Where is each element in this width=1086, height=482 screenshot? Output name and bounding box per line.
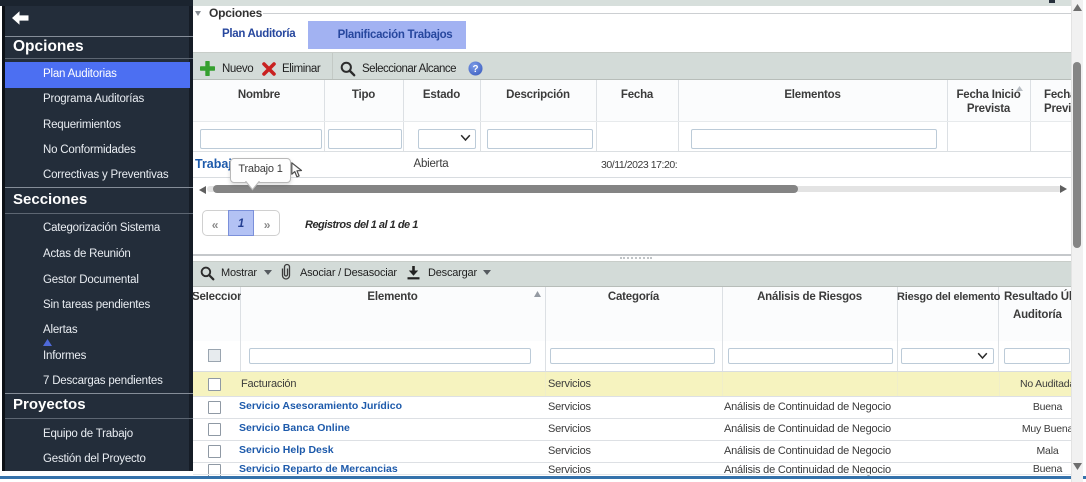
svg-text:?: ?	[472, 64, 478, 75]
